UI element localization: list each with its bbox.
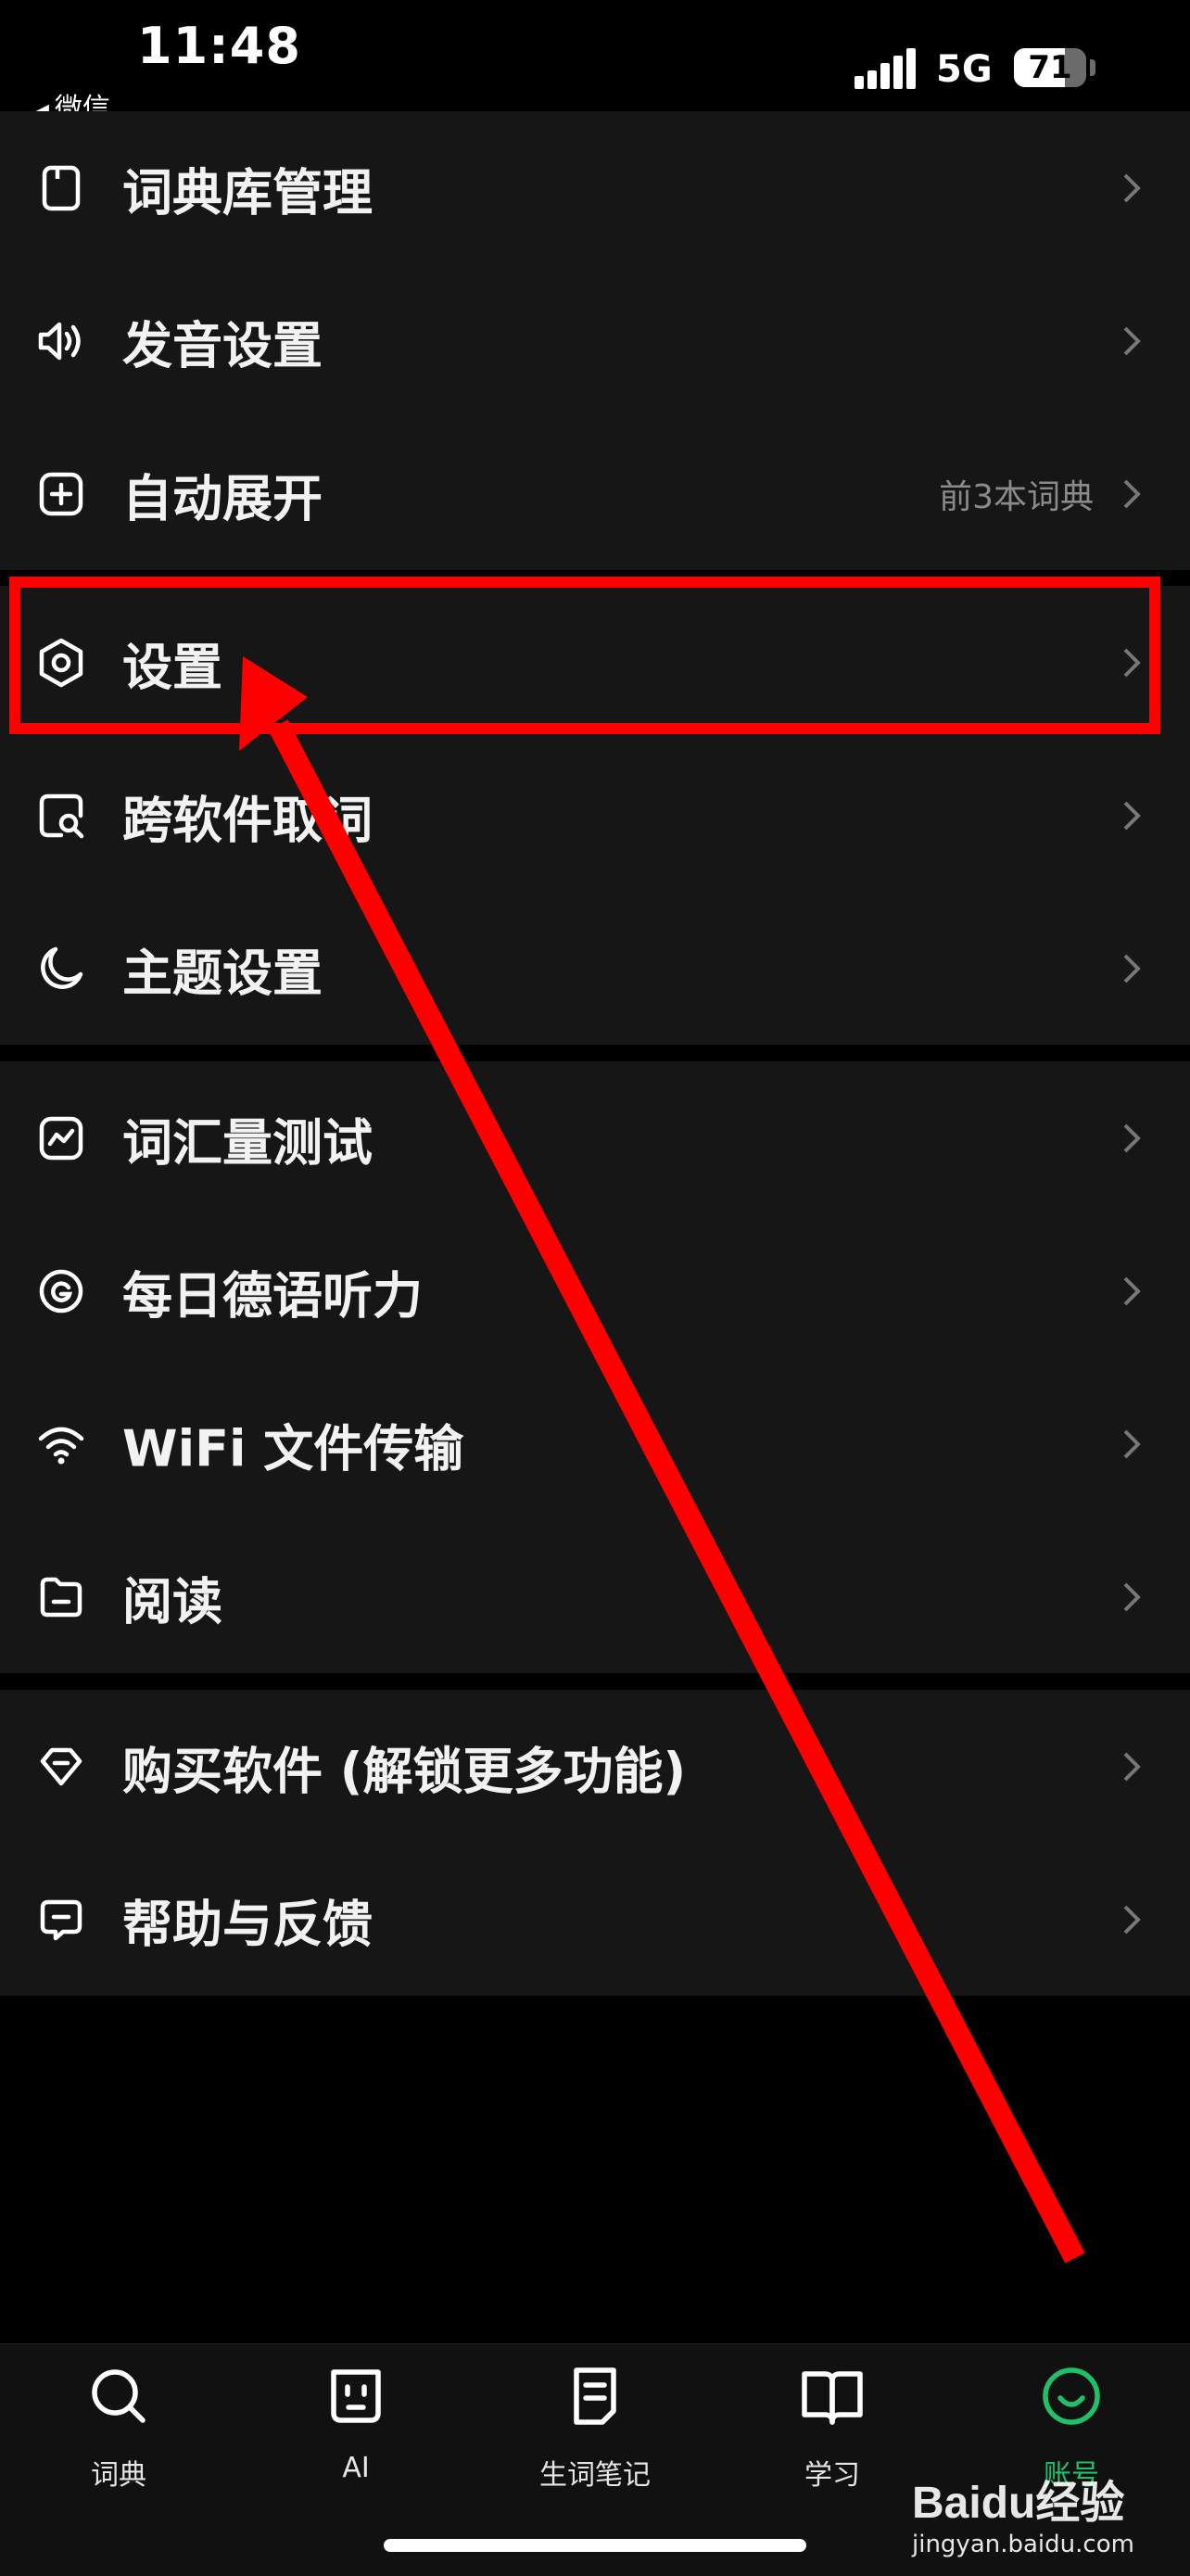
smiley-icon [1043, 2367, 1100, 2425]
tab-label: AI [342, 2452, 370, 2484]
note-icon [574, 2367, 616, 2425]
tab-dictionary[interactable]: 词典 [0, 2344, 237, 2511]
baidu-watermark: Baidu经验 jingyan.baidu.com [912, 2466, 1190, 2568]
tab-label: 词典 [91, 2459, 146, 2492]
tab-label: 生词笔记 [539, 2459, 651, 2492]
search-icon [92, 2369, 146, 2423]
home-indicator[interactable] [384, 2539, 806, 2552]
tab-vocab-notes[interactable]: 生词笔记 [476, 2344, 714, 2511]
annotation-arrow [239, 656, 1085, 2264]
watermark-logo: Baidu经验 [912, 2479, 1125, 2528]
tab-ai[interactable]: AI [237, 2344, 475, 2511]
watermark-url: jingyan.baidu.com [912, 2531, 1134, 2558]
robot-icon [331, 2369, 381, 2423]
open-book-icon [802, 2371, 863, 2425]
